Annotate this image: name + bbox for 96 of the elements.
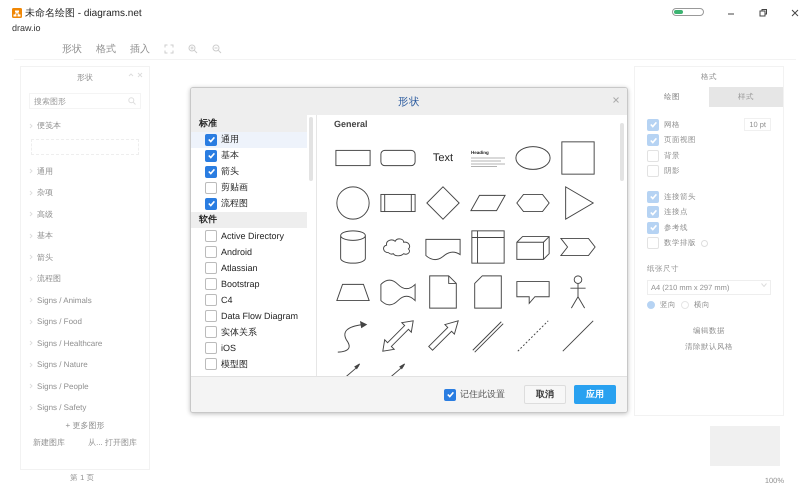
open-library-link[interactable]: 从... 打开图库 — [88, 436, 137, 448]
library-label[interactable]: C4 — [221, 295, 233, 305]
checkbox[interactable] — [205, 342, 217, 354]
library-label[interactable]: iOS — [221, 343, 236, 353]
new-library-link[interactable]: 新建图库 — [33, 436, 65, 448]
checkbox[interactable] — [205, 294, 217, 306]
checkbox[interactable] — [205, 278, 217, 290]
cancel-button[interactable]: 取消 — [524, 385, 566, 404]
text-lines-icon — [471, 156, 505, 166]
library-label[interactable]: 剪贴画 — [221, 181, 248, 194]
group-header: 软件 — [191, 212, 307, 228]
library-label[interactable]: 通用 — [221, 133, 239, 146]
text-shape[interactable]: Text — [432, 152, 454, 164]
checkbox[interactable] — [205, 262, 217, 274]
toolbar-tab[interactable]: 形状 — [62, 42, 82, 56]
scrollbar[interactable] — [307, 115, 317, 376]
checkbox[interactable] — [205, 310, 217, 322]
checkbox[interactable] — [205, 326, 217, 338]
category-label[interactable]: 基本 — [37, 230, 53, 242]
search-field[interactable]: 搜索图形 — [29, 93, 141, 109]
chevron-icon — [29, 190, 33, 196]
help-icon — [701, 240, 708, 247]
checkbox[interactable] — [205, 182, 217, 194]
radio[interactable] — [647, 301, 655, 310]
category-label[interactable]: 高级 — [37, 208, 53, 220]
library-label[interactable]: 流程图 — [221, 197, 248, 210]
chevron-icon — [29, 254, 33, 260]
app-logo-icon — [12, 8, 22, 18]
chevron-icon — [29, 318, 33, 325]
radio[interactable] — [681, 301, 689, 310]
category-label[interactable]: Signs / People — [37, 382, 89, 391]
chevron-icon — [29, 404, 33, 411]
remember-label: 记住此设置 — [460, 388, 505, 401]
selected-list-item[interactable]: 通用 — [191, 132, 307, 148]
checkbox[interactable] — [444, 388, 456, 400]
category-label[interactable]: Signs / Animals — [37, 296, 92, 305]
chevron-icon — [29, 383, 33, 390]
checkbox[interactable] — [205, 358, 217, 370]
toolbar-tab[interactable]: 格式 — [96, 42, 116, 56]
checkbox[interactable] — [205, 246, 217, 258]
circle-shape — [334, 184, 372, 222]
collapse-icon — [128, 72, 134, 78]
zoom-out-icon — [212, 44, 222, 54]
search-icon — [128, 97, 136, 105]
chevron-icon — [29, 362, 33, 368]
library-label[interactable]: 箭头 — [221, 165, 239, 178]
apply-button[interactable]: 应用 — [574, 385, 616, 404]
category-label[interactable]: Signs / Healthcare — [37, 338, 102, 348]
library-label[interactable]: Bootstrap — [221, 279, 260, 289]
category-label[interactable]: 杂项 — [37, 187, 53, 198]
chevron-icon — [29, 122, 33, 129]
search-placeholder: 搜索图形 — [34, 96, 66, 106]
category-label[interactable]: 流程图 — [37, 273, 61, 284]
dialog-title: 形状 — [398, 94, 420, 108]
zoom-in-icon — [188, 44, 198, 54]
checkbox[interactable] — [205, 134, 217, 146]
diamond-shape — [424, 184, 462, 222]
close-icon — [613, 97, 619, 103]
checkbox[interactable] — [205, 166, 217, 178]
category-label[interactable]: Signs / Safety — [37, 403, 86, 412]
checkbox[interactable] — [205, 150, 217, 162]
toolbar-tab[interactable]: 插入 — [130, 42, 150, 56]
status-pill-icon — [672, 8, 704, 16]
chevron-icon — [29, 232, 33, 239]
category-label[interactable]: 便笺本 — [37, 120, 61, 132]
internal-storage-shape — [469, 228, 507, 266]
group-header: 标准 — [191, 115, 307, 132]
restore-icon — [758, 8, 768, 18]
library-label[interactable]: Data Flow Diagram — [221, 311, 298, 321]
fullscreen-icon — [164, 44, 174, 54]
checkbox[interactable] — [205, 230, 217, 242]
library-label[interactable]: Android — [221, 247, 252, 257]
close-icon — [790, 8, 800, 18]
section-title: General — [334, 119, 369, 129]
category-label[interactable]: 通用 — [37, 166, 53, 177]
chevron-icon — [29, 276, 33, 282]
more-shapes-link[interactable]: + 更多图形 — [66, 420, 104, 430]
chevron-icon — [29, 297, 33, 304]
close-icon — [137, 72, 143, 78]
chevron-icon — [29, 211, 33, 218]
checkbox[interactable] — [205, 198, 217, 210]
library-label[interactable]: 实体关系 — [221, 326, 257, 338]
category-label[interactable]: Signs / Nature — [37, 360, 88, 370]
square-shape — [559, 139, 597, 177]
library-label[interactable]: Atlassian — [221, 263, 258, 273]
library-label[interactable]: Active Directory — [221, 231, 284, 241]
window-title: 未命名绘图 - diagrams.net — [25, 6, 142, 20]
category-label[interactable]: 箭头 — [37, 252, 53, 263]
app-name: draw.io — [12, 23, 42, 33]
category-label[interactable]: Signs / Food — [37, 317, 82, 326]
chevron-icon — [29, 340, 33, 346]
library-label[interactable]: 模型图 — [221, 358, 248, 370]
panel-title: 形状 — [77, 72, 93, 83]
library-label[interactable]: 基本 — [221, 149, 239, 162]
chevron-icon — [29, 168, 33, 174]
double-arrow-shape — [379, 317, 417, 355]
